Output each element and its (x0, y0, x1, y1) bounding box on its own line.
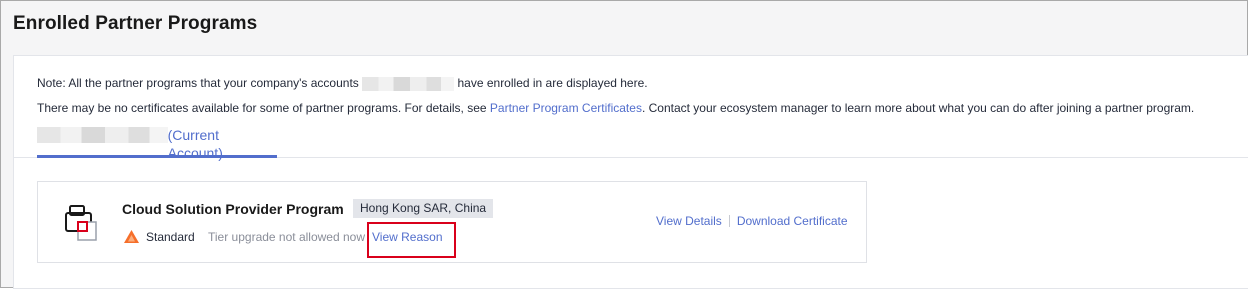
program-card: Cloud Solution Provider Program Hong Kon… (37, 181, 867, 263)
note-line-1: Note: All the partner programs that your… (37, 76, 648, 91)
view-details-link[interactable]: View Details (656, 214, 722, 228)
page-frame: Enrolled Partner Programs Note: All the … (0, 0, 1248, 289)
download-certificate-link[interactable]: Download Certificate (737, 214, 848, 228)
tier-status: Tier upgrade not allowed now (208, 230, 365, 244)
view-reason-link[interactable]: View Reason (372, 230, 443, 244)
redacted-account-name (37, 127, 168, 143)
certificates-link[interactable]: Partner Program Certificates (490, 101, 642, 115)
note-text: . Contact your ecosystem manager to lear… (641, 101, 1195, 115)
standard-tier-icon (124, 230, 139, 243)
note-text: There may be no certificates available f… (37, 101, 487, 115)
tab-current-account[interactable]: (Current Account) (37, 126, 277, 161)
page-title: Enrolled Partner Programs (13, 13, 258, 34)
account-tabs: (Current Account) (14, 120, 1248, 161)
card-actions: View Details Download Certificate (656, 214, 848, 228)
note-line-2: There may be no certificates available f… (37, 101, 1194, 115)
region-badge: Hong Kong SAR, China (353, 199, 494, 218)
divider (728, 215, 730, 227)
note-text: Note: All the partner programs that your… (37, 76, 359, 90)
note-text: have enrolled in are displayed here. (457, 76, 648, 90)
briefcase-icon (65, 205, 97, 241)
program-name: Cloud Solution Provider Program (122, 201, 344, 217)
tab-label: (Current Account) (167, 127, 223, 161)
redacted-account (362, 76, 455, 91)
programs-panel: Note: All the partner programs that your… (13, 55, 1248, 289)
tier-label: Standard (146, 230, 195, 244)
